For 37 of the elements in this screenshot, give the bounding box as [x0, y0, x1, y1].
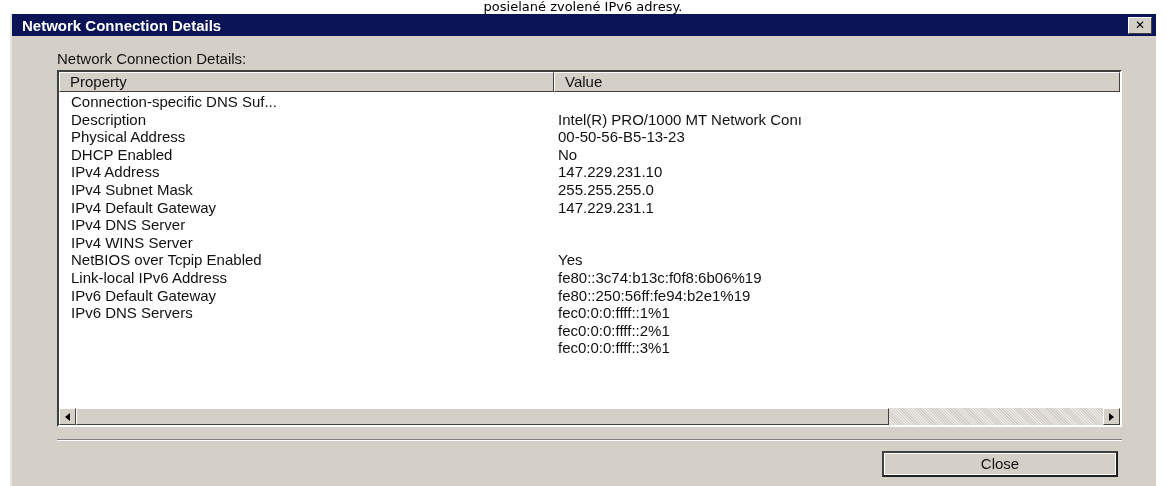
table-cell: DHCP Enabled: [71, 145, 173, 163]
table-cell: 147.229.231.10: [558, 163, 663, 181]
table-cell: Description: [71, 110, 147, 128]
scroll-thumb[interactable]: [76, 408, 889, 425]
table-cell: IPv4 Address: [71, 163, 160, 181]
window-title: Network Connection Details: [22, 17, 222, 33]
table-cell: fec0:0:0:ffff::3%1: [558, 339, 670, 357]
caption-text: posielané zvolené IPv6 adresy.: [483, 0, 683, 14]
close-button[interactable]: Close: [882, 451, 1118, 477]
table-cell: Physical Address: [71, 128, 186, 146]
scroll-left-button[interactable]: [59, 408, 76, 425]
section-label: Network Connection Details:: [57, 50, 248, 68]
table-cell: No: [558, 145, 578, 163]
left-arrow-icon: [65, 412, 70, 421]
table-cell: fec0:0:0:ffff::2%1: [558, 321, 670, 339]
scroll-right-button[interactable]: [1103, 408, 1120, 425]
table-cell: NetBIOS over Tcpip Enabled: [71, 251, 262, 269]
table-cell: fe80::3c74:b13c:f0f8:6b06%19: [558, 268, 762, 286]
table-cell: 255.255.255.0: [558, 180, 654, 198]
table-cell: 147.229.231.1: [558, 198, 654, 216]
table-cell: Connection-specific DNS Suf...: [71, 93, 277, 110]
table-cell: IPv6 DNS Servers: [71, 304, 193, 322]
table-cell: IPv4 WINS Server: [71, 233, 193, 251]
table-cell: IPv4 DNS Server: [71, 216, 186, 234]
table-cell: fec0:0:0:ffff::1%1: [558, 304, 670, 322]
right-arrow-icon: [1109, 412, 1114, 421]
close-button[interactable]: ✕: [1128, 16, 1152, 34]
column-header[interactable]: Property: [59, 72, 554, 92]
table-cell: fe80::250:56ff:fe94:b2e1%19: [558, 286, 751, 304]
column-header[interactable]: Value: [554, 72, 1120, 92]
table-cell: IPv6 Default Gateway: [71, 286, 217, 304]
table-cell: IPv4 Subnet Mask: [71, 180, 193, 198]
table-cell: Link-local IPv6 Address: [71, 268, 227, 286]
table-cell: IPv4 Default Gateway: [71, 198, 217, 216]
table-cell: 00-50-56-B5-13-23: [558, 128, 685, 146]
table-cell: Intel(R) PRO/1000 MT Network Conı: [558, 110, 802, 128]
table-cell: Yes: [558, 251, 583, 269]
